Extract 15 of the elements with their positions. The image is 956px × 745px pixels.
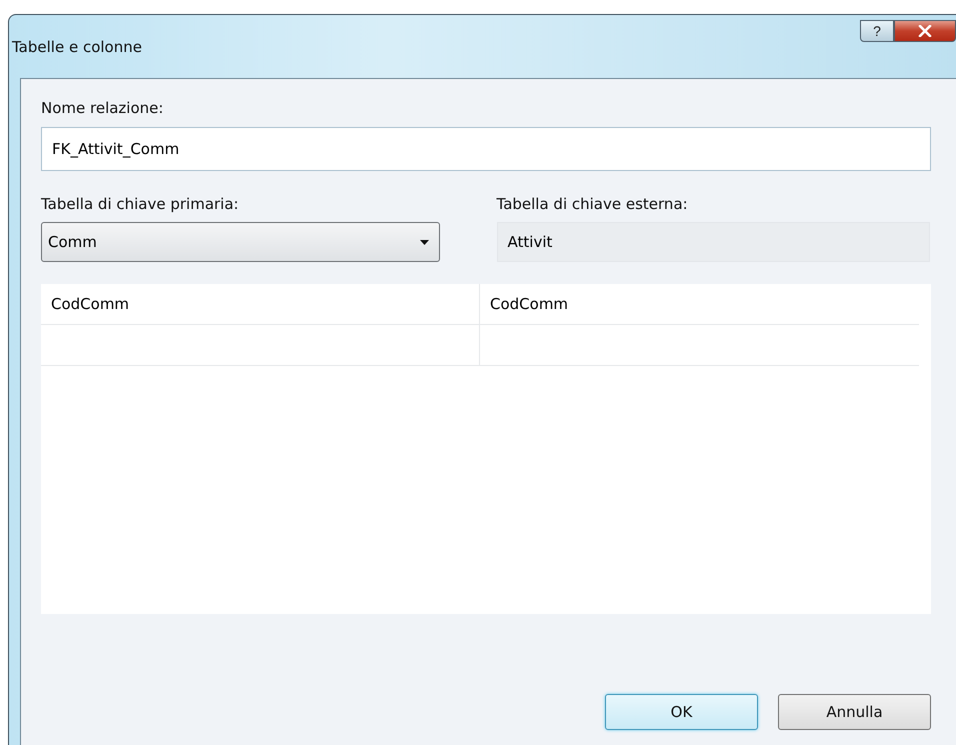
field-label: Tabella di chiave primaria: [41,195,240,213]
window-title: Tabelle e colonne [12,38,142,56]
name-input-field[interactable]: FK_Attivit_Comm [41,127,931,171]
field-label: Nome relazione: [41,99,164,117]
caret-icon [420,240,429,244]
table-cell[interactable]: CodComm [41,284,480,324]
field-label: Tabella di chiave esterna: [496,195,689,213]
readonly-field: Attivit [496,222,930,262]
close-button[interactable] [894,20,956,42]
dialog-button[interactable]: OK [605,694,758,730]
table-dropdown[interactable]: Comm [41,222,440,262]
close-icon [918,25,932,37]
table-cell[interactable]: CodComm [480,284,919,324]
dialog-button[interactable]: Annulla [778,694,931,730]
help-button[interactable]: ? [860,20,894,42]
